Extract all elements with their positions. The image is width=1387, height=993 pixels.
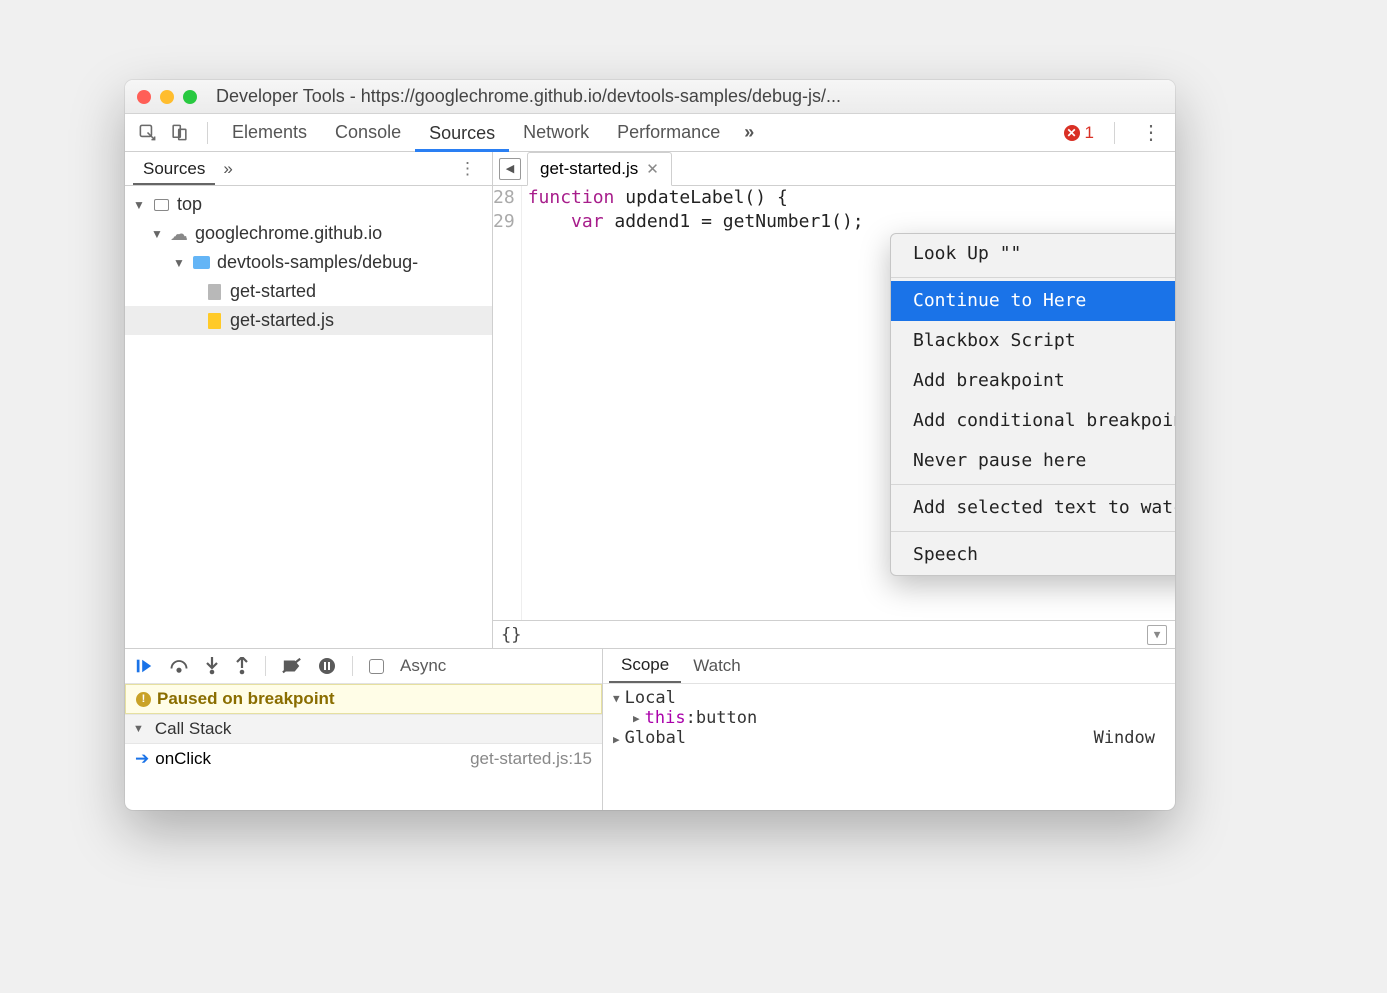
window-title: Developer Tools - https://googlechrome.g…	[216, 86, 1163, 107]
toggle-navigator-icon[interactable]: ◀	[499, 158, 521, 180]
tab-network[interactable]: Network	[509, 114, 603, 151]
file-tree: ▼ top ▼ ☁ googlechrome.github.io ▼ devto…	[125, 186, 492, 648]
frame-icon	[154, 199, 169, 211]
step-over-icon[interactable]	[169, 658, 189, 674]
error-indicator[interactable]: ✕ 1	[1064, 123, 1094, 143]
menu-continue-to-here[interactable]: Continue to Here	[891, 281, 1175, 321]
stack-frame[interactable]: ➔ onClick get-started.js:15	[125, 744, 602, 774]
scope-body: ▼Local ▶this: button ▶Global Window	[603, 684, 1175, 752]
menu-add-conditional-breakpoint[interactable]: Add conditional breakpoint…	[891, 401, 1175, 441]
menu-blackbox[interactable]: Blackbox Script	[891, 321, 1175, 361]
close-window-button[interactable]	[137, 90, 151, 104]
scope-global-label: Global	[625, 728, 686, 748]
scope-local-label: Local	[625, 688, 676, 708]
navigator-tabs-overflow[interactable]: »	[215, 153, 240, 185]
frame-location: get-started.js:15	[470, 749, 592, 769]
tree-folder-label: devtools-samples/debug-	[217, 252, 418, 273]
context-menu: Look Up "" Continue to Here Blackbox Scr…	[890, 233, 1175, 576]
paused-text: Paused on breakpoint	[157, 689, 335, 709]
deactivate-breakpoints-icon[interactable]	[282, 657, 302, 675]
folder-icon	[193, 256, 210, 269]
async-checkbox[interactable]	[369, 659, 384, 674]
tab-elements[interactable]: Elements	[218, 114, 321, 151]
line-gutter: 28 29	[493, 186, 522, 620]
document-icon	[208, 284, 221, 300]
scope-global-value: Window	[1094, 728, 1155, 748]
tree-file-js[interactable]: get-started.js	[125, 306, 492, 335]
menu-speech[interactable]: Speech▶	[891, 535, 1175, 575]
sources-navigator: Sources » ⋮ ▼ top ▼ ☁ googlechrome.githu…	[125, 152, 493, 648]
callstack-label: Call Stack	[155, 719, 232, 739]
navigator-menu-icon[interactable]: ⋮	[451, 159, 484, 179]
resume-icon[interactable]	[135, 657, 153, 675]
inspect-icon[interactable]	[133, 119, 161, 147]
pause-exceptions-icon[interactable]	[318, 657, 336, 675]
editor-pane: ◀ get-started.js ✕ 28 29 function update…	[493, 152, 1175, 648]
paused-banner: ! Paused on breakpoint	[125, 684, 602, 714]
tab-performance[interactable]: Performance	[603, 114, 734, 151]
tree-host-label: googlechrome.github.io	[195, 223, 382, 244]
tab-console[interactable]: Console	[321, 114, 415, 151]
debugger-toolbar: Async	[125, 649, 602, 684]
tree-file-js-label: get-started.js	[230, 310, 334, 331]
tree-folder[interactable]: ▼ devtools-samples/debug-	[125, 248, 492, 277]
device-toggle-icon[interactable]	[165, 119, 193, 147]
close-tab-icon[interactable]: ✕	[646, 160, 659, 178]
scope-tab[interactable]: Scope	[609, 649, 681, 683]
cloud-icon: ☁	[170, 225, 188, 243]
scope-local[interactable]: ▼Local	[613, 688, 1165, 708]
editor-footer-brace[interactable]: {}	[501, 625, 521, 645]
warning-icon: !	[136, 692, 151, 707]
debugger-panel: Async ! Paused on breakpoint ▼ Call Stac…	[125, 648, 1175, 810]
current-frame-icon: ➔	[135, 749, 149, 768]
callstack-header[interactable]: ▼ Call Stack	[125, 714, 602, 744]
editor-tabs: ◀ get-started.js ✕	[493, 152, 1175, 186]
titlebar: Developer Tools - https://googlechrome.g…	[125, 80, 1175, 114]
menu-never-pause[interactable]: Never pause here	[891, 441, 1175, 481]
code-editor[interactable]: 28 29 function updateLabel() { var adden…	[493, 186, 1175, 620]
scope-this[interactable]: ▶this: button	[613, 708, 1165, 728]
debugger-left: Async ! Paused on breakpoint ▼ Call Stac…	[125, 649, 603, 810]
menu-add-to-watches[interactable]: Add selected text to watches	[891, 488, 1175, 528]
tree-file-html[interactable]: get-started	[125, 277, 492, 306]
async-label: Async	[400, 656, 446, 676]
scope-tabs: Scope Watch	[603, 649, 1175, 684]
editor-tab-file[interactable]: get-started.js ✕	[527, 152, 672, 186]
tabs-overflow[interactable]: »	[734, 114, 764, 151]
menu-add-breakpoint[interactable]: Add breakpoint	[891, 361, 1175, 401]
watch-tab[interactable]: Watch	[681, 650, 753, 682]
tree-top-label: top	[177, 194, 202, 215]
this-value: button	[696, 708, 757, 728]
step-into-icon[interactable]	[205, 657, 219, 675]
maximize-window-button[interactable]	[183, 90, 197, 104]
tree-host[interactable]: ▼ ☁ googlechrome.github.io	[125, 219, 492, 248]
minimize-window-button[interactable]	[160, 90, 174, 104]
error-icon: ✕	[1064, 125, 1080, 141]
devtools-window: Developer Tools - https://googlechrome.g…	[125, 80, 1175, 810]
window-controls	[137, 90, 197, 104]
devtools-tabs: Elements Console Sources Network Perform…	[125, 114, 1175, 152]
main-body: Sources » ⋮ ▼ top ▼ ☁ googlechrome.githu…	[125, 152, 1175, 648]
editor-tab-label: get-started.js	[540, 159, 638, 179]
this-key: this	[645, 708, 686, 728]
tree-top[interactable]: ▼ top	[125, 190, 492, 219]
debugger-right: Scope Watch ▼Local ▶this: button ▶Global…	[603, 649, 1175, 810]
settings-menu-icon[interactable]: ⋮	[1135, 120, 1167, 145]
scope-global[interactable]: ▶Global Window	[613, 728, 1165, 748]
navigator-tab-sources[interactable]: Sources	[133, 153, 215, 185]
editor-footer: {} ▼	[493, 620, 1175, 648]
step-out-icon[interactable]	[235, 657, 249, 675]
menu-lookup[interactable]: Look Up ""	[891, 234, 1175, 274]
js-file-icon	[208, 313, 221, 329]
editor-footer-dropdown-icon[interactable]: ▼	[1147, 625, 1167, 645]
tree-file-html-label: get-started	[230, 281, 316, 302]
frame-name: onClick	[155, 749, 211, 768]
error-count: 1	[1085, 123, 1094, 143]
navigator-tabs: Sources » ⋮	[125, 152, 492, 186]
tab-sources[interactable]: Sources	[415, 115, 509, 152]
